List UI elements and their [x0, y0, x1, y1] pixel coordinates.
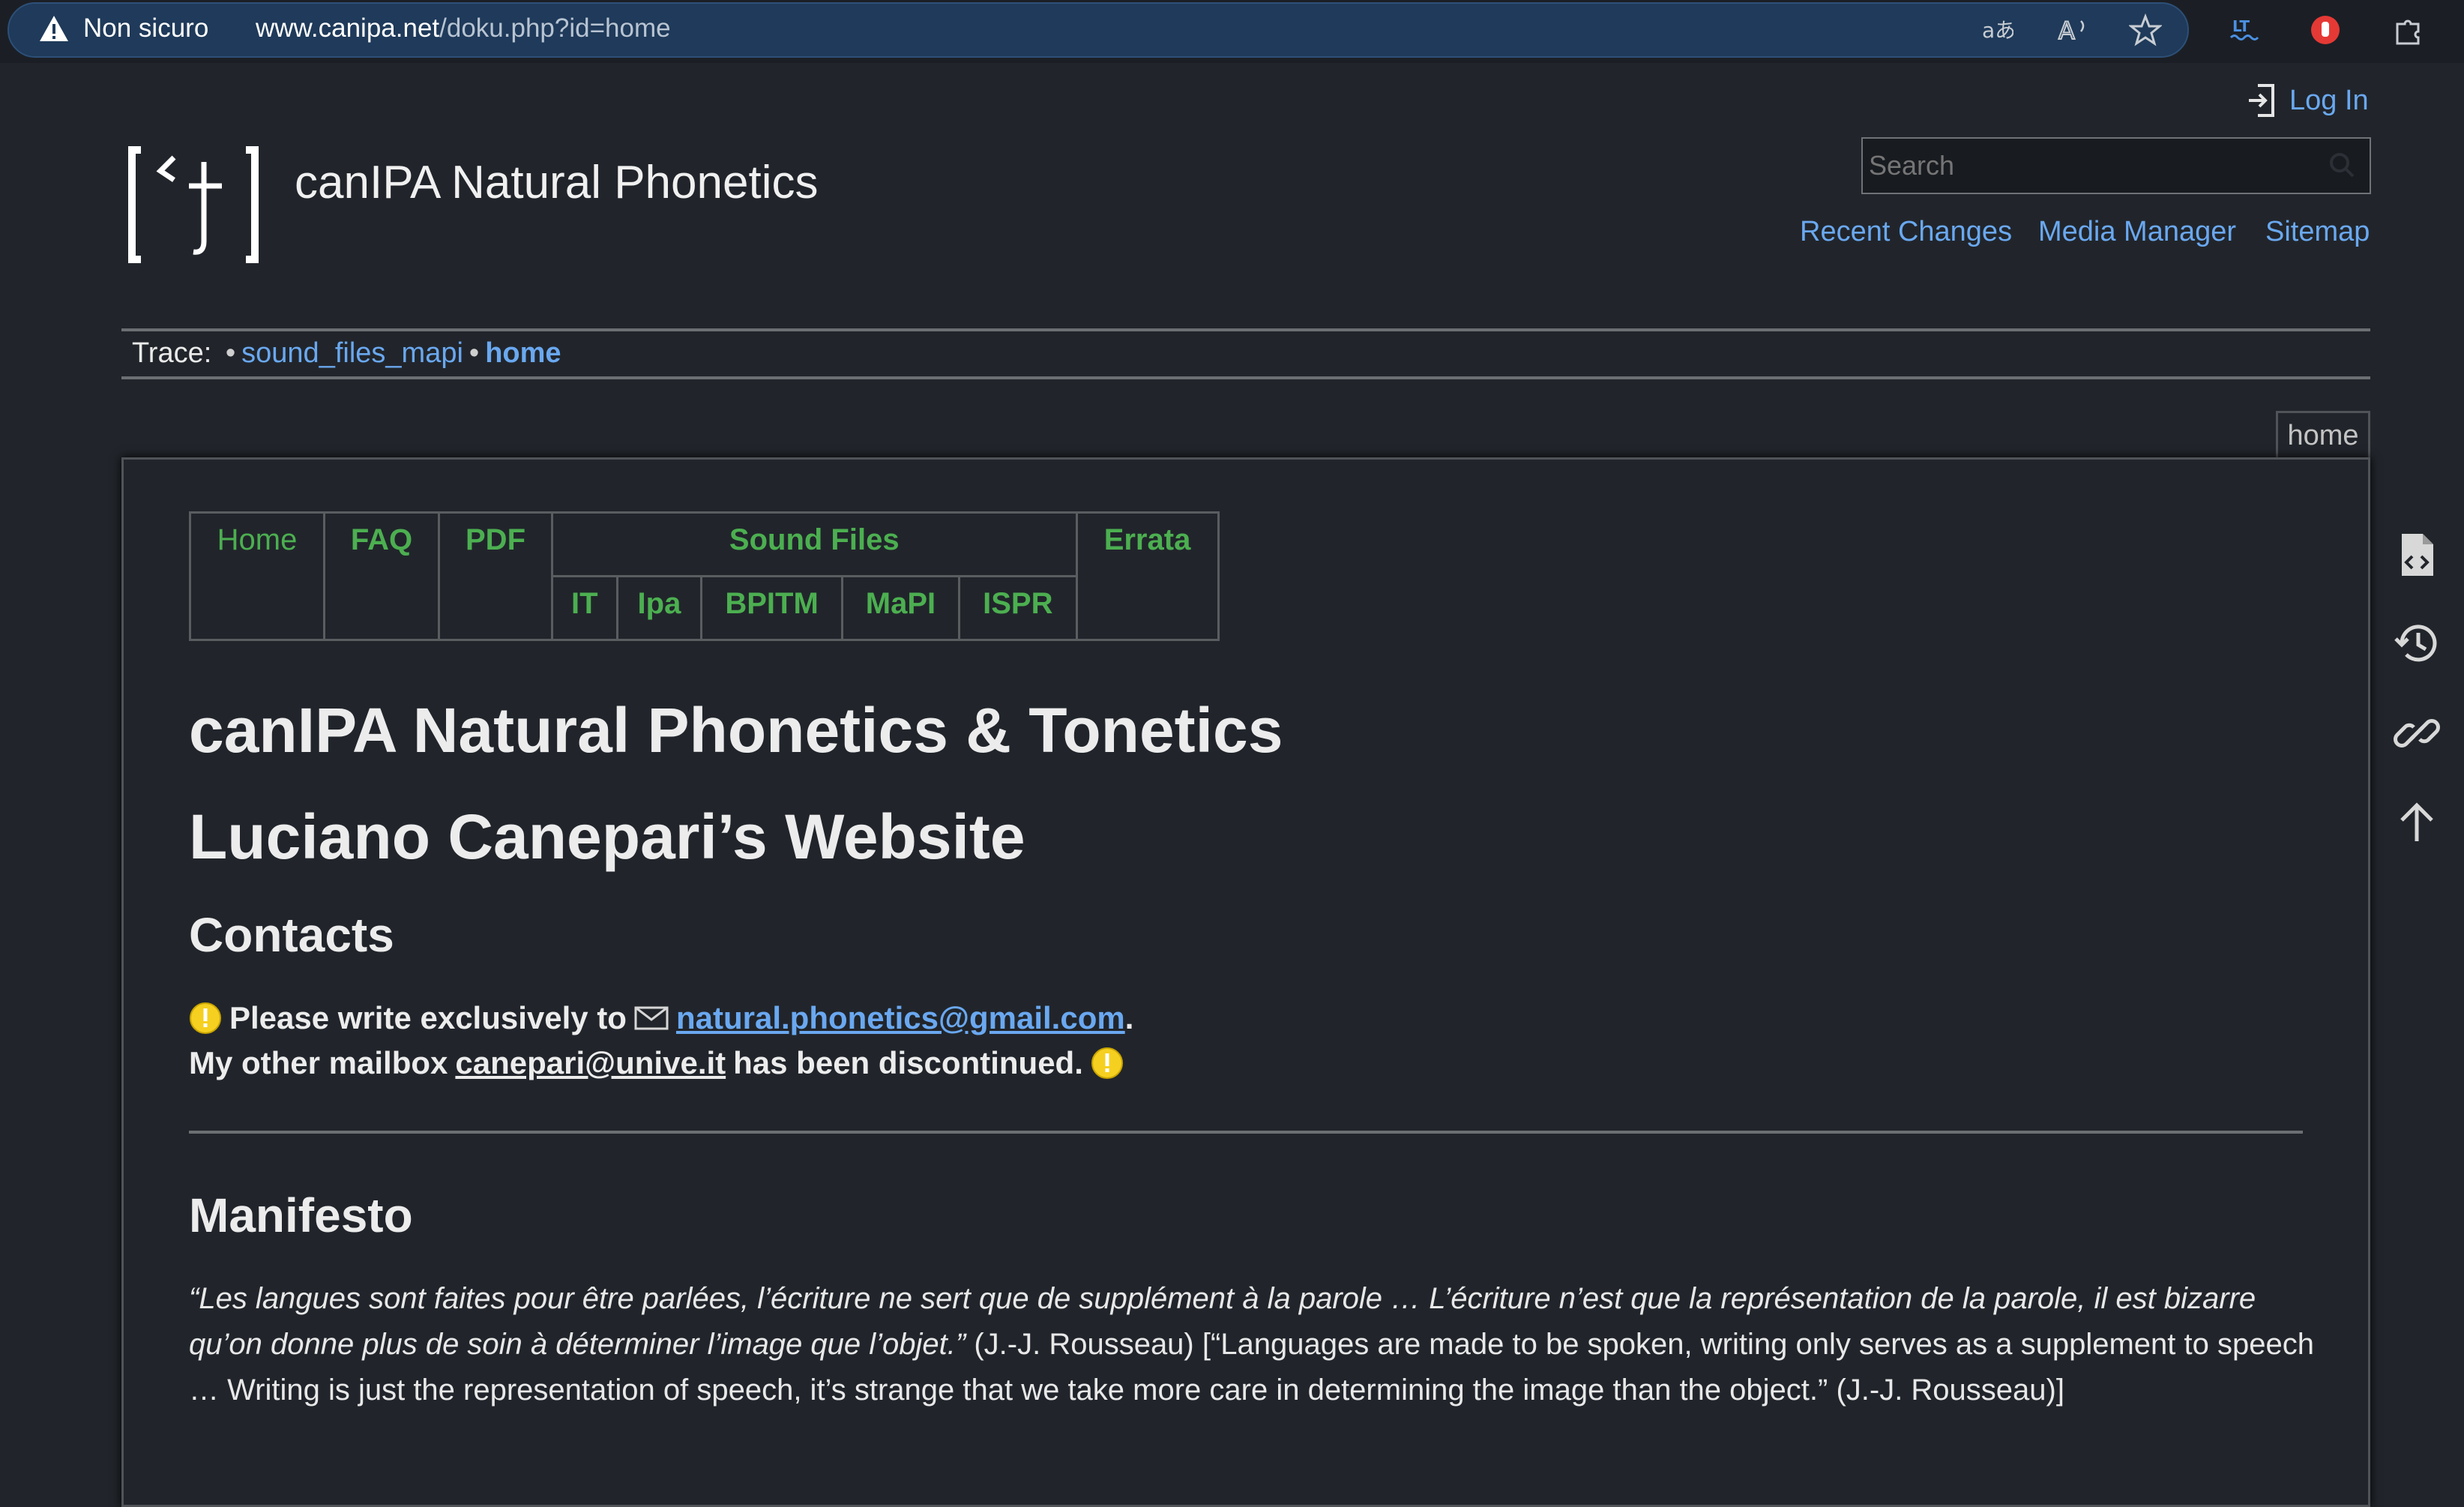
contacts-heading: Contacts [189, 908, 394, 962]
svg-text:aあ: aあ [1982, 18, 2013, 43]
mail-icon [634, 1006, 669, 1030]
contact-text-prefix: Please write exclusively to [229, 1000, 627, 1035]
nav-sound-mapi[interactable]: MaPI [840, 575, 961, 641]
adblock-icon[interactable] [2309, 13, 2342, 46]
nav-errata[interactable]: Errata [1075, 511, 1220, 641]
translate-icon[interactable]: aあ [1980, 13, 2016, 46]
contact-line-primary: Please write exclusively to natural.phon… [189, 1000, 1133, 1036]
old-email-link[interactable]: canepari@unive.it [455, 1045, 726, 1081]
url-path: /doku.php?id=home [439, 13, 671, 43]
contact-text-suffix: . [1124, 1000, 1134, 1035]
primary-email-link[interactable]: natural.phonetics@gmail.com [676, 1000, 1125, 1036]
nav-sound-it[interactable]: IT [551, 575, 618, 641]
site-title[interactable]: canIPA Natural Phonetics [295, 156, 818, 209]
nav-faq[interactable]: FAQ [323, 511, 440, 641]
svg-text:A: A [2058, 16, 2075, 45]
extension-icon[interactable]: LT [2228, 13, 2261, 46]
media-manager-link[interactable]: Media Manager [2038, 216, 2236, 248]
trace-item-sound-files-mapi[interactable]: sound_files_mapi [241, 337, 463, 369]
url-text[interactable]: www.canipa.net/doku.php?id=home [256, 13, 671, 43]
discontinued-text-prefix: My other mailbox [189, 1045, 448, 1080]
search-icon[interactable] [2327, 150, 2357, 180]
section-divider [189, 1131, 2303, 1134]
extensions-puzzle-icon[interactable] [2391, 13, 2424, 46]
read-aloud-icon[interactable]: A [2055, 13, 2088, 46]
login-label[interactable]: Log In [2289, 85, 2369, 117]
main-nav-table: Home FAQ PDF Sound Files Errata IT Ipa B… [189, 511, 1220, 641]
search-input[interactable] [1861, 137, 2371, 194]
breadcrumb: Trace: • sound_files_mapi • home [132, 337, 561, 369]
old-revisions-icon[interactable] [2393, 619, 2441, 667]
page-subtitle: Luciano Canepari’s Website [189, 801, 1025, 872]
exclamation-icon [190, 1002, 221, 1034]
show-source-icon[interactable] [2393, 531, 2441, 579]
nav-pdf[interactable]: PDF [438, 511, 553, 641]
sitemap-link[interactable]: Sitemap [2265, 216, 2370, 248]
trace-divider-bottom [121, 376, 2370, 379]
warning-icon[interactable] [39, 15, 69, 42]
nav-home[interactable]: Home [189, 511, 325, 641]
trace-divider-top [121, 328, 2370, 331]
svg-text:LT: LT [2232, 17, 2250, 35]
exclamation-icon [1091, 1047, 1123, 1079]
discontinued-text-suffix: has been discontinued. [733, 1045, 1083, 1080]
trace-label: Trace: [132, 337, 212, 369]
contact-line-discontinued: My other mailbox canepari@unive.it has b… [189, 1045, 1124, 1081]
login-icon [2249, 84, 2274, 117]
manifesto-heading: Manifesto [189, 1188, 413, 1242]
security-status[interactable]: Non sicuro [83, 13, 208, 43]
page-id-tab: home [2276, 411, 2370, 459]
nav-sound-ispr[interactable]: ISPR [958, 575, 1078, 641]
nav-sound-files[interactable]: Sound Files [551, 511, 1078, 577]
login-link[interactable]: Log In [2247, 82, 2369, 118]
trace-item-home[interactable]: home [485, 337, 561, 369]
browser-toolbar: Non sicuro www.canipa.net/doku.php?id=ho… [0, 0, 2464, 63]
manifesto-text: “Les langues sont faites pour être parlé… [189, 1276, 2325, 1413]
back-to-top-icon[interactable] [2393, 798, 2441, 846]
nav-sound-bpitm[interactable]: BPITM [700, 575, 843, 641]
url-host: www.canipa.net [256, 13, 440, 43]
site-logo[interactable] [126, 142, 261, 270]
favorite-star-icon[interactable] [2127, 13, 2163, 46]
recent-changes-link[interactable]: Recent Changes [1800, 216, 2012, 248]
page-title: canIPA Natural Phonetics & Tonetics [189, 695, 1283, 765]
backlinks-icon[interactable] [2393, 709, 2441, 757]
nav-sound-ipa[interactable]: Ipa [615, 575, 703, 641]
